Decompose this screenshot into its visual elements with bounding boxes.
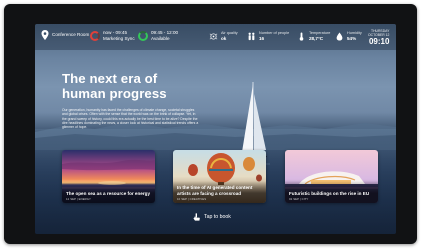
card-meta: 12 SEP | ENERGY bbox=[66, 196, 92, 201]
card-meta: 02 SEP | CITY bbox=[289, 196, 309, 201]
air-quality-value: ok bbox=[221, 36, 227, 41]
clock-widget: THURSDAY OCTOBER 12 09:10 bbox=[368, 29, 389, 46]
card-title: Futuristic buildings on the rise in EU bbox=[289, 190, 370, 196]
humidity-drop-icon bbox=[336, 31, 343, 41]
people-label: Number of people bbox=[259, 31, 290, 35]
hero-title-line2: human progress bbox=[62, 86, 167, 101]
next-slot-status: Available bbox=[151, 36, 170, 41]
air-quality-label: Air quality bbox=[221, 31, 238, 35]
current-meeting[interactable]: now - 09:45 Marketing Sync bbox=[90, 30, 135, 42]
room-display-screen: Conference Room now - 09:45 Marketing Sy… bbox=[35, 24, 396, 234]
hand-tap-icon bbox=[193, 213, 200, 221]
air-quality-widget: Air quality ok bbox=[209, 30, 238, 42]
hero-title: The next era of human progress bbox=[62, 71, 212, 101]
clock-time: 09:10 bbox=[368, 37, 390, 46]
temperature-label: Temperature bbox=[309, 31, 331, 35]
location-pin-icon bbox=[41, 30, 49, 40]
thermometer-icon bbox=[299, 31, 304, 41]
next-slot[interactable]: 09:45 - 12:00 Available bbox=[138, 30, 178, 42]
card-meta: 10 SEP | CREATIVES bbox=[177, 196, 207, 201]
card-title: The open sea as a resource for energy bbox=[66, 190, 150, 196]
article-card[interactable]: Futuristic buildings on the rise in EU 0… bbox=[285, 150, 378, 203]
air-quality-icon bbox=[209, 32, 218, 40]
article-card[interactable]: The open sea as a resource for energy 12… bbox=[62, 150, 155, 203]
available-ring-icon bbox=[138, 31, 148, 41]
humidity-widget: Humidity 54% bbox=[335, 30, 362, 42]
room-info: Conference Room bbox=[41, 30, 90, 40]
display-frame: Conference Room now - 09:45 Marketing Sy… bbox=[4, 4, 417, 244]
hero-title-line1: The next era of bbox=[62, 71, 158, 86]
hero-body-text: Our generation, humanity has faced the c… bbox=[62, 108, 199, 130]
people-count-widget: Number of people 16 bbox=[247, 30, 289, 42]
humidity-label: Humidity bbox=[347, 31, 362, 35]
tap-to-book-label: Tap to book bbox=[204, 214, 231, 220]
temperature-value: 28,7°C bbox=[309, 36, 324, 41]
current-meeting-title: Marketing Sync bbox=[103, 36, 135, 41]
temperature-widget: Temperature 28,7°C bbox=[297, 30, 330, 42]
people-icon bbox=[248, 32, 255, 40]
people-value: 16 bbox=[259, 36, 265, 41]
card-title: In the time of AI generated content arti… bbox=[177, 185, 253, 196]
article-card[interactable]: In the time of AI generated content arti… bbox=[173, 150, 266, 203]
tap-to-book-button[interactable]: Tap to book bbox=[193, 213, 231, 221]
humidity-value: 54% bbox=[347, 36, 357, 41]
busy-ring-icon bbox=[90, 31, 100, 41]
clock-date: OCTOBER 12 bbox=[368, 33, 390, 37]
status-bar: Conference Room now - 09:45 Marketing Sy… bbox=[35, 24, 396, 50]
room-name: Conference Room bbox=[52, 32, 90, 37]
